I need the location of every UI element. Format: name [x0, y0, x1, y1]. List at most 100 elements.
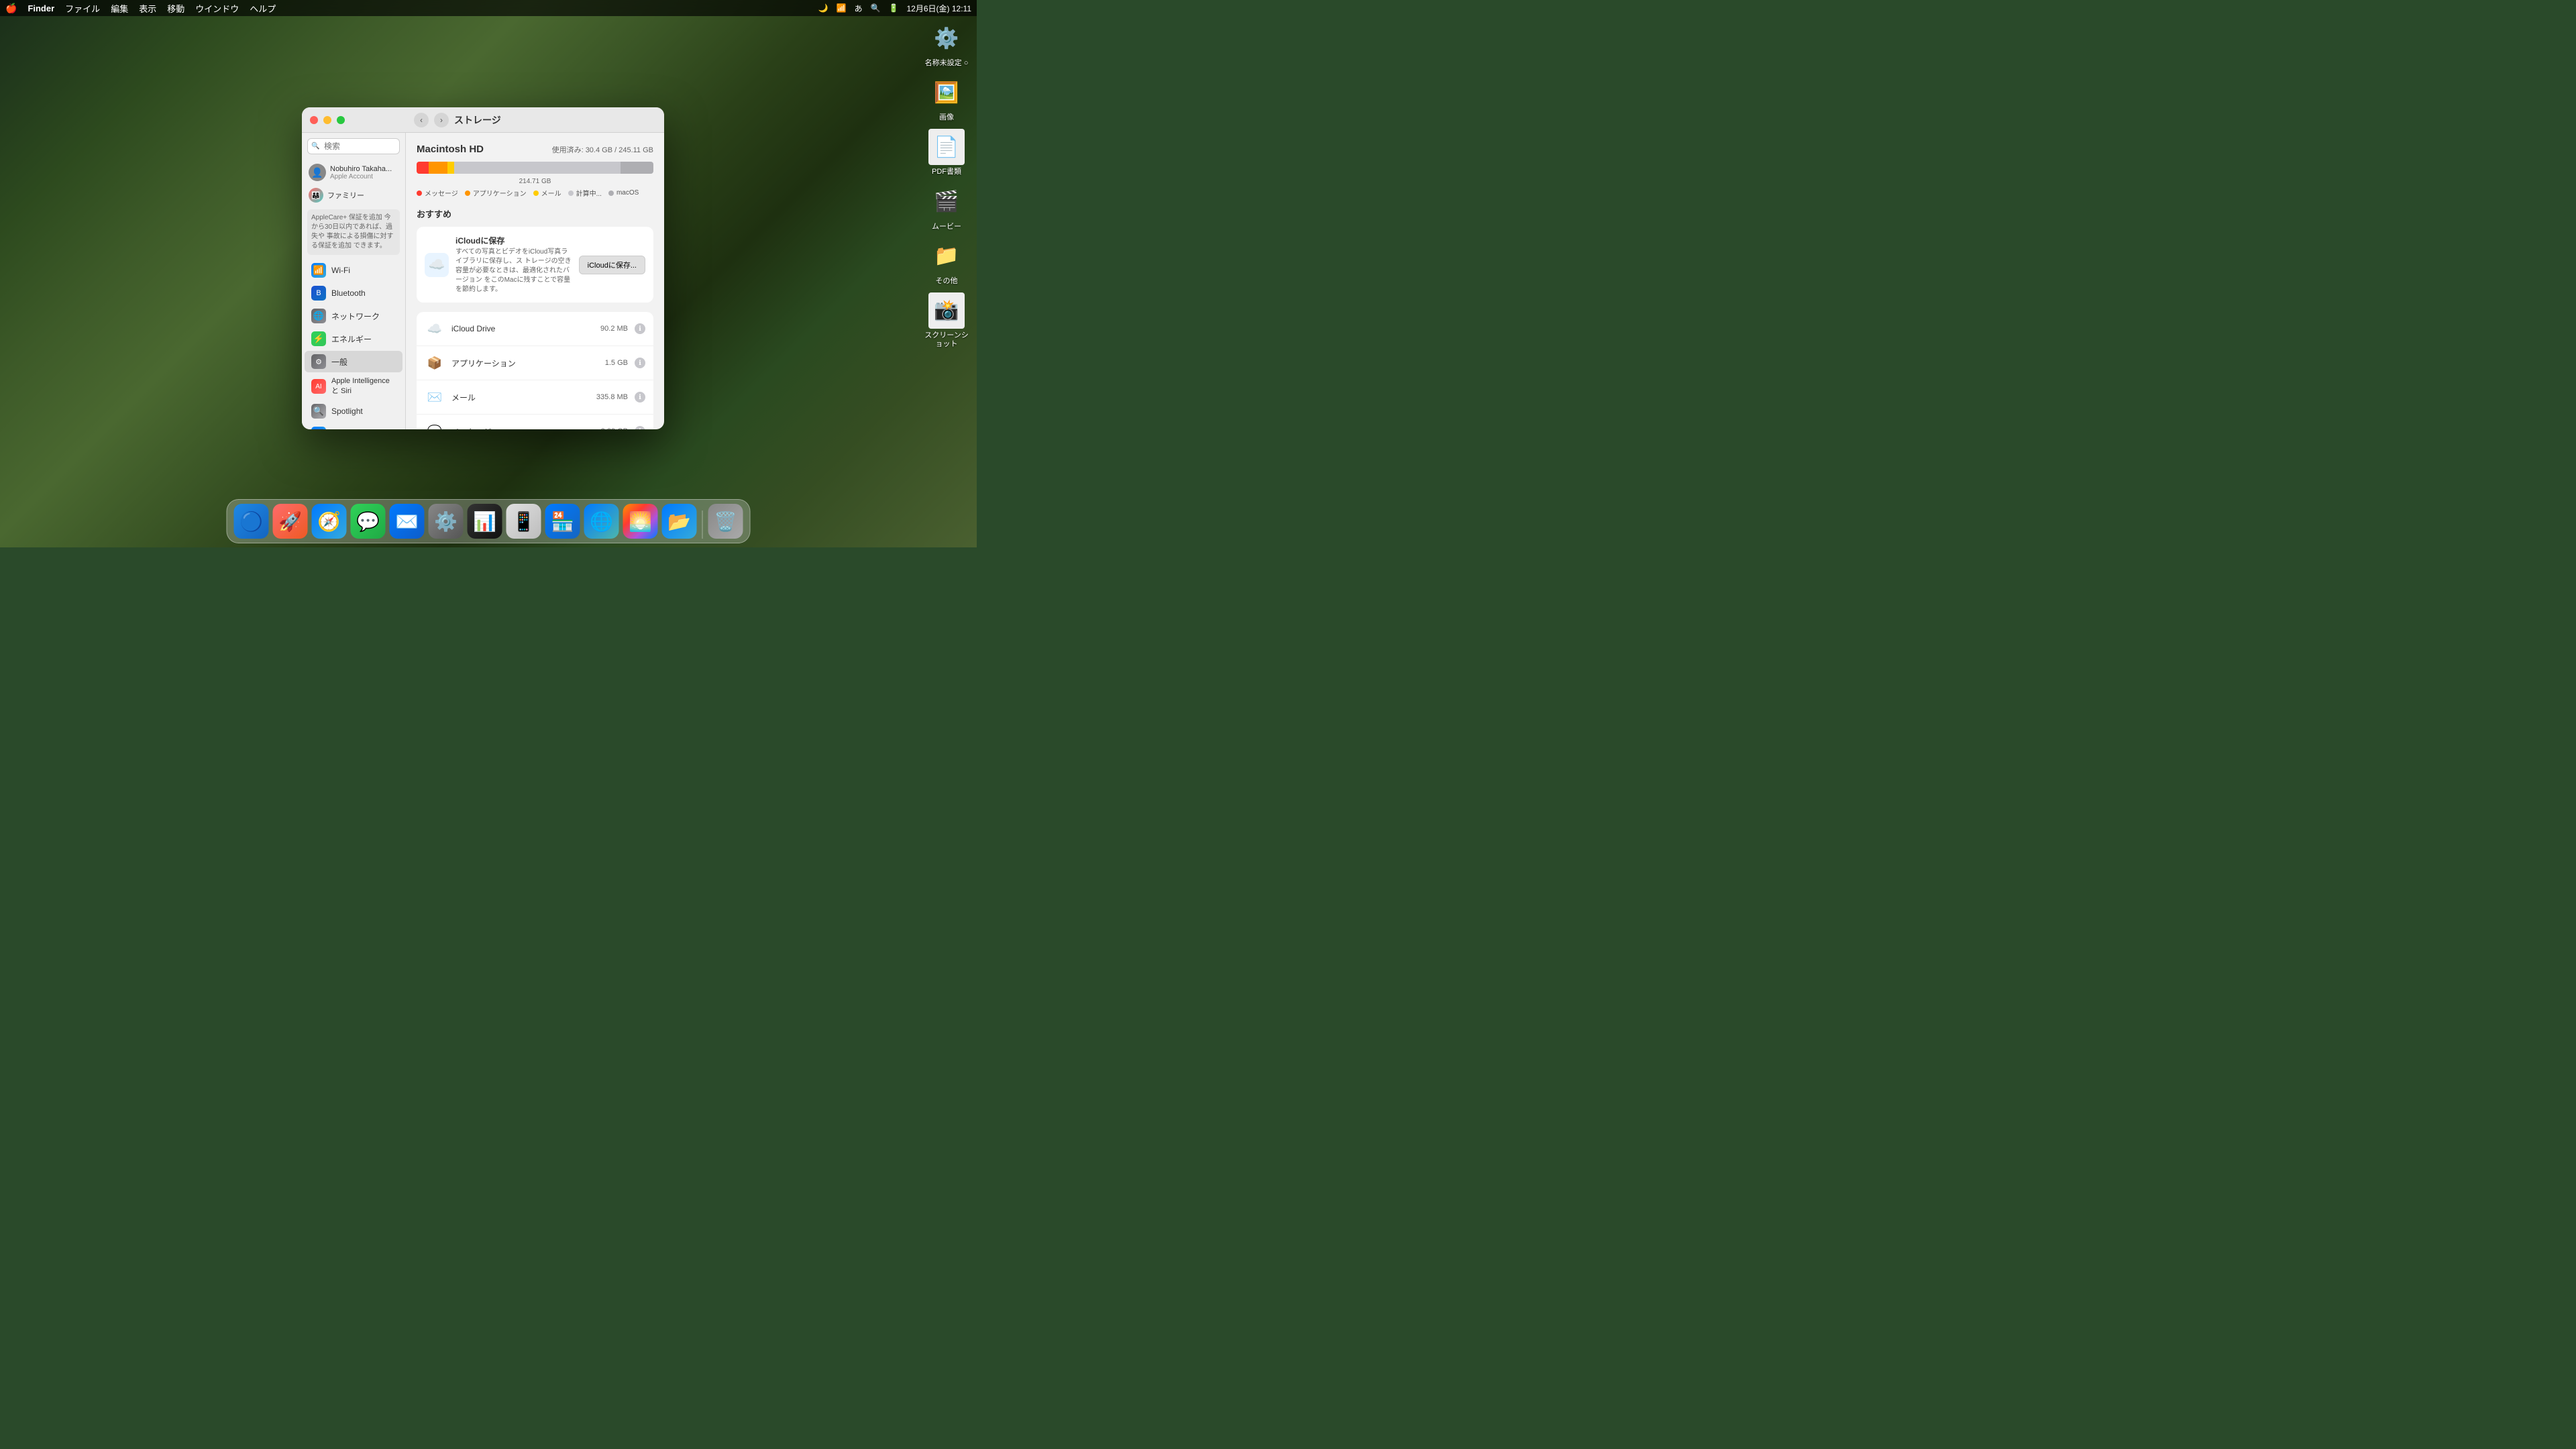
sidebar-item-wifi[interactable]: 📶 Wi-Fi — [305, 260, 402, 281]
desktop-icon-5[interactable]: 📸 スクリーンショット — [923, 292, 970, 349]
storage-row-mail[interactable]: ✉️ メール 335.8 MB ℹ — [417, 380, 653, 415]
mail-name: メール — [451, 392, 590, 403]
applecare-text: AppleCare+ 保証を追加 今から30日以内であれば、過失や 事故による損… — [311, 214, 393, 250]
desktop-icon-4[interactable]: 📁 その他 — [923, 238, 970, 286]
messages-info[interactable]: ℹ — [635, 426, 645, 429]
dock: 🔵 🚀 🧭 💬 ✉️ ⚙️ 📊 📱 🏪 🌐 🌅 📂 🗑️ — [227, 499, 751, 543]
legend-dot-other — [568, 191, 574, 196]
recommend-section-label: おすすめ — [417, 207, 653, 220]
syspref-window: ‹ › ストレージ 🔍 👤 Nobuhiro Takaha... Apple A… — [302, 107, 664, 429]
sidebar-item-accessibility[interactable]: ♿ アクセシビリティ — [305, 423, 402, 429]
nav-forward-button[interactable]: › — [434, 113, 449, 127]
desktop-icon-label-2: PDF書類 — [932, 168, 961, 176]
desktop-icon-img-2: 📄 — [928, 129, 965, 165]
dock-photos[interactable]: 🌅 — [623, 504, 658, 539]
dock-network[interactable]: 🌐 — [584, 504, 619, 539]
dock-appstore[interactable]: 🏪 — [545, 504, 580, 539]
search-input[interactable] — [307, 138, 400, 154]
minimize-button[interactable] — [323, 116, 331, 124]
sidebar-user[interactable]: 👤 Nobuhiro Takaha... Apple Account — [302, 160, 405, 185]
dock-finder[interactable]: 🔵 — [234, 504, 269, 539]
mail-size: 335.8 MB — [596, 393, 628, 401]
desktop-icon-2[interactable]: 📄 PDF書類 — [923, 129, 970, 176]
mail-info[interactable]: ℹ — [635, 392, 645, 402]
sidebar-search-wrap: 🔍 — [302, 133, 405, 160]
desktop-icon-1[interactable]: 🖼️ 画像 — [923, 74, 970, 122]
legend-apps: アプリケーション — [465, 188, 527, 198]
main-header: ‹ › ストレージ — [406, 107, 664, 133]
sidebar-item-network-label: ネットワーク — [331, 311, 380, 322]
menubar-help[interactable]: ヘルプ — [250, 2, 276, 15]
apple-menu[interactable]: 🍎 — [5, 3, 17, 14]
dock-files[interactable]: 📂 — [662, 504, 697, 539]
sidebar-item-network[interactable]: 🌐 ネットワーク — [305, 305, 402, 327]
desktop-icon-label-5: スクリーンショット — [923, 331, 970, 349]
menubar-view[interactable]: 表示 — [139, 2, 156, 15]
general-icon-item: ⚙ — [311, 354, 326, 369]
bar-mail — [447, 162, 455, 174]
sidebar-item-bluetooth[interactable]: B Bluetooth — [305, 282, 402, 304]
dock-messages[interactable]: 💬 — [351, 504, 386, 539]
legend-dot-mail — [533, 191, 539, 196]
messages-size: 2.82 GB — [601, 427, 628, 429]
icloud-drive-info[interactable]: ℹ — [635, 323, 645, 334]
dock-launchpad[interactable]: 🚀 — [273, 504, 308, 539]
legend-other: 計算中... — [568, 188, 602, 198]
menubar-go[interactable]: 移動 — [167, 2, 184, 15]
main-content: Macintosh HD 使用済み: 30.4 GB / 245.11 GB 2… — [406, 133, 664, 429]
battery-icon[interactable]: 🔋 — [889, 3, 899, 13]
sidebar-item-energy[interactable]: ⚡ エネルギー — [305, 328, 402, 350]
legend-label-other: 計算中... — [576, 188, 602, 198]
desktop-icon-label-4: その他 — [936, 277, 958, 286]
storage-row-messages[interactable]: 💬 メッセージ 2.82 GB ℹ — [417, 415, 653, 429]
legend-messages: メッセージ — [417, 188, 458, 198]
sidebar-titlebar — [302, 107, 406, 133]
maximize-button[interactable] — [337, 116, 345, 124]
dock-iphone[interactable]: 📱 — [506, 504, 541, 539]
desktop-icon-img-4: 📁 — [928, 238, 965, 274]
desktop-icon-0[interactable]: ⚙️ 名称未設定 ○ — [923, 20, 970, 68]
input-icon[interactable]: あ — [855, 3, 863, 14]
menubar-left: 🍎 Finder ファイル 編集 表示 移動 ウインドウ ヘルプ — [5, 2, 276, 15]
legend-mail: メール — [533, 188, 561, 198]
menubar-app[interactable]: Finder — [28, 3, 54, 13]
dock-trash[interactable]: 🗑️ — [708, 504, 743, 539]
menubar-file[interactable]: ファイル — [65, 2, 100, 15]
close-button[interactable] — [310, 116, 318, 124]
apps-info[interactable]: ℹ — [635, 358, 645, 368]
sidebar: 🔍 👤 Nobuhiro Takaha... Apple Account 👨‍👩… — [302, 133, 406, 429]
sidebar-item-wifi-label: Wi-Fi — [331, 266, 350, 275]
sidebar-item-energy-label: エネルギー — [331, 333, 372, 345]
desktop-icon-3[interactable]: 🎬 ムービー — [923, 184, 970, 231]
sidebar-item-general[interactable]: ⚙ 一般 — [305, 351, 402, 372]
search-icon[interactable]: 🔍 — [871, 3, 881, 13]
menubar-edit[interactable]: 編集 — [111, 2, 128, 15]
ai-icon-item: AI — [311, 379, 326, 394]
legend-dot-messages — [417, 191, 422, 196]
wifi-icon: 📶 — [837, 3, 847, 13]
storage-drive-name: Macintosh HD — [417, 144, 484, 155]
storage-row-apps[interactable]: 📦 アプリケーション 1.5 GB ℹ — [417, 346, 653, 380]
sidebar-item-ai[interactable]: AI Apple Intelligence と Siri — [305, 374, 402, 399]
desktop-icon-img-5: 📸 — [928, 292, 965, 329]
menubar-window[interactable]: ウインドウ — [195, 2, 239, 15]
main-scroll[interactable]: Macintosh HD 使用済み: 30.4 GB / 245.11 GB 2… — [406, 133, 664, 429]
sidebar-item-family[interactable]: 👨‍👩‍👧 ファミリー — [302, 185, 405, 205]
storage-row-icloud[interactable]: ☁️ iCloud Drive 90.2 MB ℹ — [417, 312, 653, 346]
nav-back-button[interactable]: ‹ — [414, 113, 429, 127]
sidebar-item-spotlight-label: Spotlight — [331, 407, 363, 416]
dock-activity[interactable]: 📊 — [468, 504, 502, 539]
bluetooth-icon-item: B — [311, 286, 326, 301]
dock-safari[interactable]: 🧭 — [312, 504, 347, 539]
sidebar-item-bluetooth-label: Bluetooth — [331, 288, 366, 298]
icloud-save-button[interactable]: iCloudに保存... — [579, 256, 645, 274]
apps-name: アプリケーション — [451, 358, 598, 369]
messages-icon: 💬 — [425, 421, 445, 429]
search-icon-sidebar: 🔍 — [311, 143, 319, 150]
dock-syspref[interactable]: ⚙️ — [429, 504, 464, 539]
sidebar-item-spotlight[interactable]: 🔍 Spotlight — [305, 400, 402, 422]
legend-dot-apps — [465, 191, 470, 196]
desktop-icon-img-0: ⚙️ — [928, 20, 965, 56]
dock-mail[interactable]: ✉️ — [390, 504, 425, 539]
mail-icon: ✉️ — [425, 387, 445, 407]
